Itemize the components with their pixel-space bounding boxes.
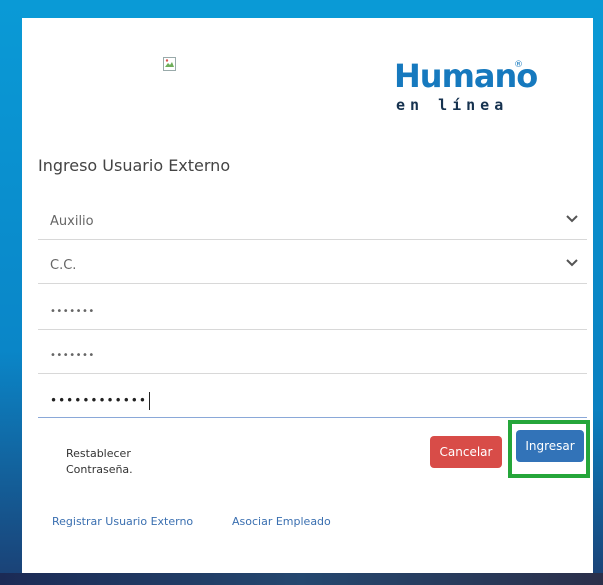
document-number-value: •••••••	[50, 306, 95, 317]
password-value: ••••••••••••	[50, 392, 150, 410]
username-field[interactable]: •••••••	[38, 334, 587, 374]
category-select[interactable]: Auxilio	[38, 200, 587, 240]
brand-registered-mark: ®	[514, 60, 523, 70]
document-number-field[interactable]: •••••••	[38, 290, 587, 330]
category-select-value: Auxilio	[50, 214, 94, 229]
reset-password-link[interactable]: Restablecer Contraseña.	[66, 446, 186, 478]
document-type-select[interactable]: C.C.	[38, 244, 587, 284]
document-type-select-value: C.C.	[50, 258, 77, 273]
broken-image-icon	[163, 57, 176, 71]
brand-logo: Humano ® en línea	[394, 58, 554, 134]
window-frame-left	[0, 0, 22, 585]
login-button[interactable]: Ingresar	[516, 430, 584, 462]
password-field[interactable]: ••••••••••••	[38, 378, 587, 418]
associate-employee-link[interactable]: Asociar Empleado	[232, 515, 331, 528]
form-title: Ingreso Usuario Externo	[38, 156, 231, 175]
cancel-button[interactable]: Cancelar	[430, 436, 502, 468]
login-dialog: Humano ® en línea Ingreso Usuario Extern…	[22, 18, 593, 573]
chevron-down-icon	[566, 259, 578, 267]
reset-password-line1: Restablecer	[66, 447, 131, 460]
window-frame-bottom	[0, 573, 603, 585]
brand-subtitle: en línea	[396, 96, 509, 114]
window-frame-right	[593, 0, 603, 585]
chevron-down-icon	[566, 215, 578, 223]
register-external-user-link[interactable]: Registrar Usuario Externo	[52, 515, 193, 528]
username-value: •••••••	[50, 350, 95, 361]
text-caret	[148, 392, 150, 410]
reset-password-line2: Contraseña.	[66, 463, 133, 476]
